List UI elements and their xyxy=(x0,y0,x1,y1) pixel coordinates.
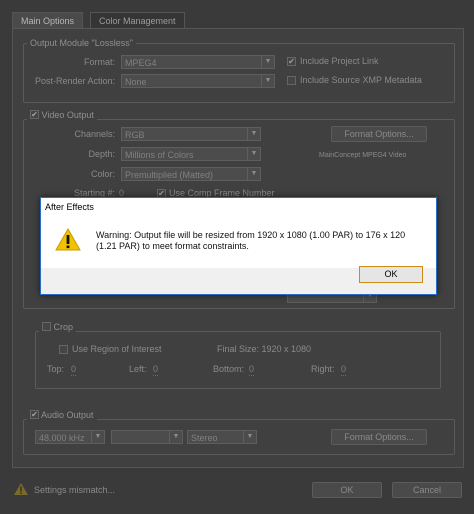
use-roi-label: Use Region of Interest xyxy=(72,344,162,354)
post-render-select[interactable]: None ▼ xyxy=(121,74,275,88)
audio-format-options-button[interactable]: Format Options... xyxy=(331,429,427,445)
chevron-down-icon: ▼ xyxy=(169,431,182,443)
include-xmp-checkbox[interactable] xyxy=(287,76,296,85)
crop-checkbox[interactable] xyxy=(42,322,51,332)
crop-left-value[interactable]: 0 xyxy=(153,363,159,376)
crop-top-label: Top: xyxy=(47,364,65,374)
crop-right-label: Right: xyxy=(311,364,335,374)
chevron-down-icon: ▼ xyxy=(261,56,274,68)
ok-button[interactable]: OK xyxy=(312,482,382,498)
chevron-down-icon: ▼ xyxy=(91,431,104,443)
tab-color-management[interactable]: Color Management xyxy=(90,12,185,28)
audio-channels-value: Stereo xyxy=(191,433,218,443)
video-format-options-button[interactable]: Format Options... xyxy=(331,126,427,142)
audio-output-label: Audio Output xyxy=(41,410,94,420)
settings-mismatch-link[interactable]: Settings mismatch... xyxy=(34,484,115,496)
crop-group xyxy=(35,331,441,389)
crop-bottom-label: Bottom: xyxy=(213,364,245,374)
chevron-down-icon: ▼ xyxy=(247,128,260,140)
dialog-ok-button[interactable]: OK xyxy=(359,266,423,283)
include-xmp-label: Include Source XMP Metadata xyxy=(300,75,422,85)
dialog-message: Warning: Output file will be resized fro… xyxy=(96,230,406,251)
warning-icon xyxy=(14,483,28,495)
include-project-link-label: Include Project Link xyxy=(300,56,379,66)
format-label: Format: xyxy=(83,57,115,67)
include-project-link-checkbox[interactable]: ✔ xyxy=(287,57,296,66)
chevron-down-icon: ▼ xyxy=(247,148,260,160)
format-select-value: MPEG4 xyxy=(125,58,157,68)
crop-left-label: Left: xyxy=(129,364,147,374)
post-render-label: Post-Render Action: xyxy=(34,76,115,86)
audio-channels-select[interactable]: Stereo ▼ xyxy=(187,430,257,444)
audio-bitdepth-select[interactable]: ▼ xyxy=(111,430,183,444)
channels-label: Channels: xyxy=(74,129,115,139)
depth-select[interactable]: Millions of Colors ▼ xyxy=(121,147,261,161)
format-select[interactable]: MPEG4 ▼ xyxy=(121,55,275,69)
video-output-checkbox[interactable]: ✔ xyxy=(30,110,39,120)
video-output-label: Video Output xyxy=(41,110,94,120)
tab-main-options[interactable]: Main Options xyxy=(12,12,84,28)
audio-rate-select[interactable]: 48.000 kHz ▼ xyxy=(35,430,105,444)
depth-select-value: Millions of Colors xyxy=(125,150,194,160)
chevron-down-icon: ▼ xyxy=(261,75,274,87)
warning-icon xyxy=(55,227,81,251)
channels-select-value: RGB xyxy=(125,130,145,140)
audio-output-checkbox[interactable]: ✔ xyxy=(30,410,39,420)
crop-right-value[interactable]: 0 xyxy=(341,363,347,376)
channels-select[interactable]: RGB ▼ xyxy=(121,127,261,141)
crop-top-value[interactable]: 0 xyxy=(71,363,77,376)
post-render-select-value: None xyxy=(125,77,147,87)
output-module-label: Output Module "Lossless" xyxy=(27,37,136,49)
use-roi-checkbox[interactable] xyxy=(59,345,68,354)
final-size-text: Final Size: 1920 x 1080 xyxy=(217,344,312,354)
color-select[interactable]: Premultiplied (Matted) ▼ xyxy=(121,167,261,181)
codec-info-text: MainConcept MPEG4 Video xyxy=(319,152,407,159)
color-label: Color: xyxy=(90,169,115,179)
color-select-value: Premultiplied (Matted) xyxy=(125,170,214,180)
audio-output-header: ✔ Audio Output xyxy=(27,409,97,421)
video-output-header: ✔ Video Output xyxy=(27,109,97,121)
crop-header: Crop xyxy=(39,321,77,333)
dialog-title: After Effects xyxy=(41,198,436,216)
dialog-body: Warning: Output file will be resized fro… xyxy=(41,216,436,268)
output-module-group xyxy=(23,43,455,103)
crop-label: Crop xyxy=(53,322,74,332)
after-effects-dialog: After Effects Warning: Output file will … xyxy=(40,197,437,295)
cancel-button[interactable]: Cancel xyxy=(392,482,462,498)
crop-bottom-value[interactable]: 0 xyxy=(249,363,255,376)
chevron-down-icon: ▼ xyxy=(247,168,260,180)
depth-label: Depth: xyxy=(88,149,115,159)
chevron-down-icon: ▼ xyxy=(243,431,256,443)
audio-rate-value: 48.000 kHz xyxy=(39,433,85,443)
